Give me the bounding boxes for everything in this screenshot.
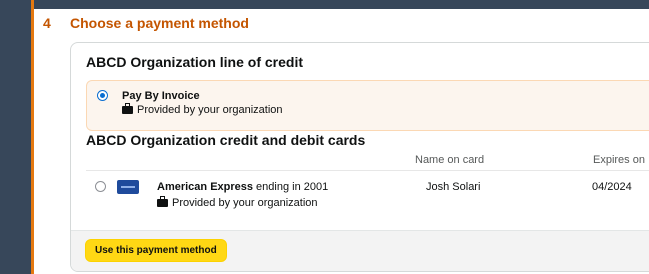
card-footer: Use this payment method: [71, 230, 649, 271]
pay-by-invoice-radio[interactable]: [97, 90, 108, 101]
left-rail: [0, 0, 33, 274]
left-rail-accent: [31, 0, 34, 274]
top-bar: [34, 0, 649, 9]
table-divider: [86, 170, 649, 171]
pay-by-invoice-label: Pay By Invoice: [122, 90, 200, 102]
amex-radio[interactable]: [95, 181, 106, 192]
cards-heading: ABCD Organization credit and debit cards: [86, 132, 366, 148]
name-on-card-header: Name on card: [415, 154, 485, 166]
briefcase-icon: [122, 103, 133, 114]
line-of-credit-heading: ABCD Organization line of credit: [86, 54, 304, 70]
amex-card-label[interactable]: American Express ending in 2001: [157, 181, 328, 193]
expires-on-value: 04/2024: [592, 181, 632, 193]
step-title: Choose a payment method: [70, 15, 249, 31]
pay-by-invoice-option[interactable]: Pay By Invoice Provided by your organiza…: [86, 80, 649, 131]
use-payment-method-button[interactable]: Use this payment method: [85, 239, 227, 262]
step-number: 4: [43, 15, 51, 31]
invoice-provided-text: Provided by your organization: [137, 104, 283, 116]
card-icon: [117, 180, 139, 194]
expires-on-header: Expires on: [593, 154, 645, 166]
name-on-card-value: Josh Solari: [426, 181, 481, 193]
card-ending: ending in 2001: [253, 181, 329, 193]
briefcase-icon: [157, 196, 168, 207]
card-provided-text: Provided by your organization: [172, 197, 318, 209]
invoice-provided-note: Provided by your organization: [122, 103, 283, 116]
card-provided-note: Provided by your organization: [157, 196, 318, 209]
payment-methods-card: ABCD Organization line of credit Pay By …: [70, 42, 649, 272]
card-brand: American Express: [157, 181, 253, 193]
